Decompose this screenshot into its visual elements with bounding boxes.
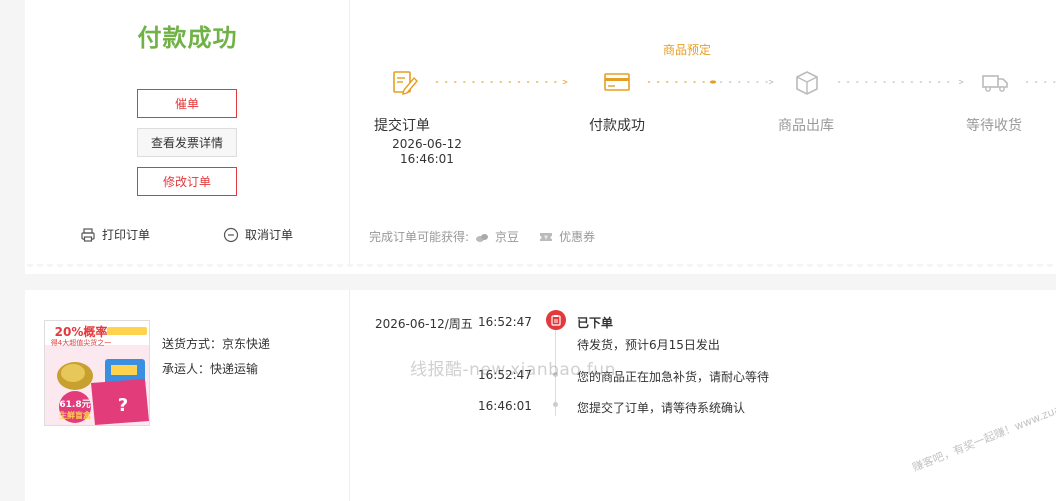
- page-title: 付款成功: [137, 24, 238, 52]
- section-divider: [25, 264, 1056, 274]
- cancel-order-link[interactable]: 取消订单: [223, 226, 293, 243]
- step-label-receive: 等待收货: [966, 118, 1022, 134]
- modify-order-button[interactable]: 修改订单: [137, 167, 237, 196]
- shipment-panel: 20%概率 得4大超值尖货之一 61.8元 生鲜盲盒 ? 送货方式：京东快递 承…: [25, 290, 1056, 501]
- product-thumbnail[interactable]: 20%概率 得4大超值尖货之一 61.8元 生鲜盲盒 ?: [44, 320, 150, 426]
- step-label-paid: 付款成功: [589, 118, 645, 134]
- coupon-icon: ¥: [540, 232, 553, 241]
- rewards-label: 完成订单可能获得:: [369, 230, 470, 244]
- rewards-row: 完成订单可能获得: 京豆 ¥ 优惠券: [369, 228, 595, 245]
- order-summary: 付款成功 催单 查看发票详情 修改订单 打印订单 取消订单: [25, 0, 350, 264]
- promo-box-text: 生鲜盲盒: [59, 410, 92, 420]
- cancel-order-label: 取消订单: [245, 228, 294, 242]
- watermark: 线报酷-new.xianbao.fun: [410, 360, 616, 380]
- presale-badge: 商品预定: [663, 43, 712, 57]
- urge-button[interactable]: 催单: [137, 89, 237, 118]
- tracking-timeline: 2026-06-12/周五 16:52:47 已下单 待发货，预计6月15日发出…: [351, 290, 1056, 501]
- tracking-text: 待发货，预计6月15日发出: [577, 338, 720, 352]
- minus-circle-icon: [223, 227, 239, 242]
- print-order-label: 打印订单: [102, 228, 151, 242]
- step-label-shipped: 商品出库: [778, 118, 834, 134]
- bean-icon: [476, 233, 489, 242]
- progress-connector-1: [435, 80, 568, 84]
- carrier: 承运人：快递运输: [162, 362, 259, 376]
- tracking-date: 2026-06-12/周五: [375, 317, 473, 331]
- order-status-panel: 付款成功 催单 查看发票详情 修改订单 打印订单 取消订单 商品预定 提交订单 …: [25, 0, 1056, 264]
- delivery-method: 送货方式：京东快递: [162, 337, 271, 351]
- box-icon: [796, 71, 818, 95]
- tracking-time: 16:46:01: [478, 399, 532, 413]
- progress-connector-2: [647, 80, 774, 84]
- progress-connector-4: [1025, 81, 1056, 83]
- promo-sub-text: 得4大超值尖货之一: [51, 338, 111, 347]
- order-placed-icon: [546, 310, 566, 330]
- tracking-text: 您提交了订单，请等待系统确认: [577, 401, 746, 415]
- promo-badge-text: 20%概率: [55, 324, 108, 339]
- step-label-submit: 提交订单: [374, 118, 430, 134]
- truck-icon: [982, 75, 1008, 92]
- edit-icon: [393, 71, 418, 95]
- step-submit-date: 2026-06-12: [392, 137, 462, 151]
- order-progress: 商品预定 提交订单 2026-06-12 16:46:01 付款成功 商品出库 …: [351, 0, 1056, 264]
- tracking-status: 已下单: [577, 316, 614, 330]
- svg-text:?: ?: [118, 395, 128, 416]
- invoice-details-button[interactable]: 查看发票详情: [137, 128, 237, 157]
- step-submit-time: 16:46:01: [400, 152, 454, 166]
- package-info: 20%概率 得4大超值尖货之一 61.8元 生鲜盲盒 ? 送货方式：京东快递 承…: [25, 290, 350, 501]
- tracking-time: 16:52:47: [478, 315, 532, 329]
- reward-beans: 京豆: [495, 230, 520, 244]
- printer-icon: [81, 227, 95, 242]
- svg-text:¥: ¥: [544, 234, 548, 241]
- reward-coupon: 优惠券: [559, 230, 596, 244]
- print-order-link[interactable]: 打印订单: [80, 226, 150, 243]
- promo-price-text: 61.8元: [59, 399, 90, 410]
- progress-connector-3: [837, 80, 964, 84]
- timeline-dot: [553, 402, 558, 407]
- card-icon: [604, 73, 630, 91]
